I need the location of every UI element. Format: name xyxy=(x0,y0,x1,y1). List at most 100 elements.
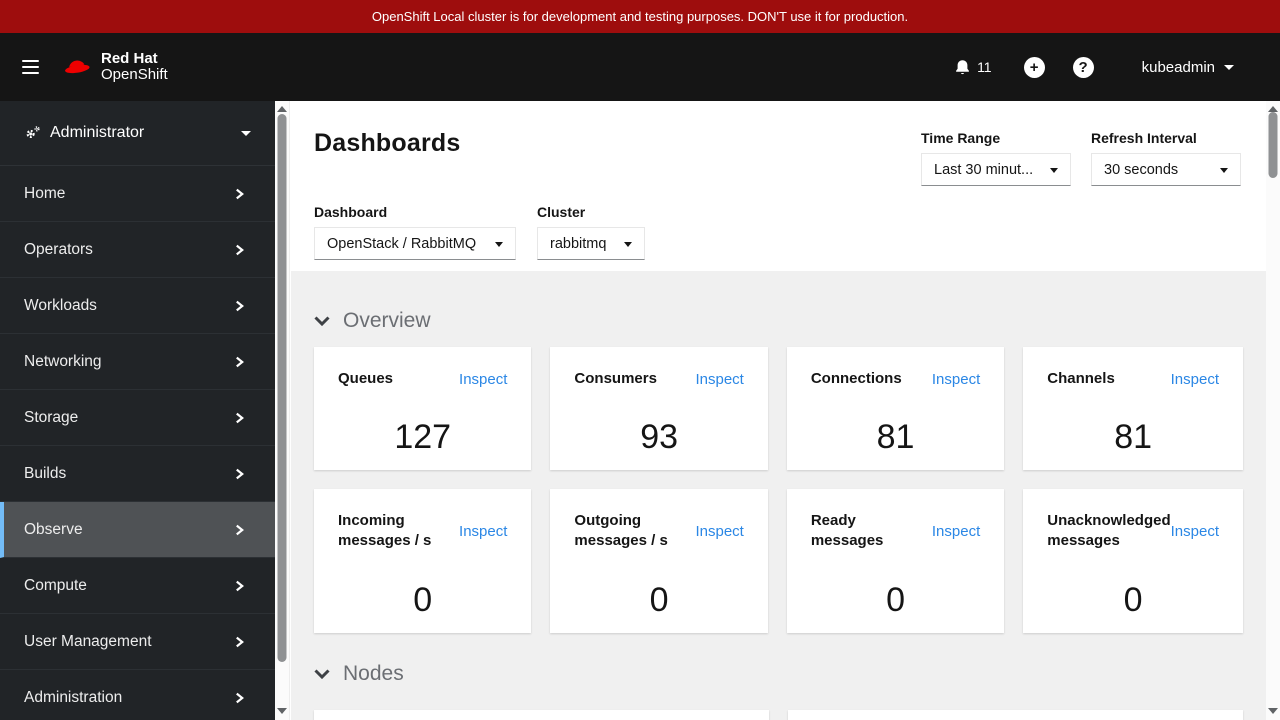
sidebar-nav: Administrator Home Operators Workloads N… xyxy=(0,101,275,720)
content-scrollbar-left[interactable] xyxy=(275,101,290,720)
panel-card-placeholder xyxy=(314,710,769,720)
cluster-select[interactable]: rabbitmq xyxy=(537,227,645,260)
brand-logo: Red Hat OpenShift xyxy=(61,51,168,83)
cogs-icon xyxy=(24,125,41,141)
sidebar-item-networking[interactable]: Networking xyxy=(0,334,275,390)
refresh-interval-label: Refresh Interval xyxy=(1091,130,1197,146)
sidebar-item-workloads[interactable]: Workloads xyxy=(0,278,275,334)
username: kubeadmin xyxy=(1141,58,1215,76)
nodes-cards xyxy=(314,710,1243,720)
stat-value: 0 xyxy=(1123,580,1143,619)
caret-down-icon xyxy=(241,130,251,136)
chevron-down-icon xyxy=(314,316,330,326)
panel-card-placeholder xyxy=(788,710,1243,720)
inspect-link[interactable]: Inspect xyxy=(695,371,743,388)
stat-value: 81 xyxy=(1114,417,1153,456)
chevron-right-icon xyxy=(234,636,245,648)
add-button[interactable]: + xyxy=(1023,56,1045,78)
section-overview-toggle[interactable]: Overview xyxy=(314,309,431,333)
section-nodes-toggle[interactable]: Nodes xyxy=(314,662,404,686)
brand-name: Red Hat xyxy=(101,50,158,67)
stat-card-consumers: Consumers Inspect 93 xyxy=(550,347,768,470)
section-title: Nodes xyxy=(343,662,404,685)
openshift-console: OpenShift Local cluster is for developme… xyxy=(0,0,1280,720)
chevron-right-icon xyxy=(234,412,245,424)
scroll-down-icon[interactable] xyxy=(1268,708,1278,714)
notification-count: 11 xyxy=(977,59,992,75)
chevron-right-icon xyxy=(234,244,245,256)
inspect-link[interactable]: Inspect xyxy=(695,523,743,540)
question-circle-icon: ? xyxy=(1078,58,1088,76)
caret-down-icon xyxy=(1050,167,1058,173)
stat-value: 127 xyxy=(394,417,452,456)
stat-card-incoming-messages: Incoming messages / s Inspect 0 xyxy=(314,489,532,633)
sidebar-item-compute[interactable]: Compute xyxy=(0,558,275,614)
menu-toggle-button[interactable] xyxy=(22,56,40,78)
chevron-down-icon xyxy=(314,669,330,679)
user-menu[interactable]: kubeadmin xyxy=(1142,59,1234,76)
bell-icon xyxy=(956,59,969,74)
sidebar-item-operators[interactable]: Operators xyxy=(0,222,275,278)
caret-down-icon xyxy=(1220,167,1228,173)
scrollbar-thumb[interactable] xyxy=(277,114,287,662)
window-scrollbar-right[interactable] xyxy=(1266,101,1280,720)
stat-card-ready-messages: Ready messages Inspect 0 xyxy=(786,489,1005,633)
chevron-right-icon xyxy=(234,300,245,312)
red-hat-fedora-icon xyxy=(65,60,90,74)
stat-value: 0 xyxy=(886,580,906,619)
inspect-link[interactable]: Inspect xyxy=(932,371,980,388)
chevron-right-icon xyxy=(234,524,245,536)
dashboard-select[interactable]: OpenStack / RabbitMQ xyxy=(314,227,516,260)
stat-card-unacknowledged-messages: Unacknowledged messages Inspect 0 xyxy=(1023,489,1243,633)
chevron-right-icon xyxy=(234,468,245,480)
scroll-up-icon[interactable] xyxy=(277,106,287,112)
refresh-interval-select[interactable]: 30 seconds xyxy=(1091,153,1241,186)
overview-cards: Queues Inspect 127 Consumers Inspect 93 … xyxy=(314,347,1243,633)
chevron-right-icon xyxy=(234,188,245,200)
dashboard-label: Dashboard xyxy=(314,204,388,220)
cluster-label: Cluster xyxy=(537,204,586,220)
dev-preview-banner: OpenShift Local cluster is for developme… xyxy=(0,0,1280,33)
plus-circle-icon: + xyxy=(1029,58,1039,76)
chevron-right-icon xyxy=(234,356,245,368)
stat-card-connections: Connections Inspect 81 xyxy=(786,347,1005,470)
scroll-down-icon[interactable] xyxy=(277,708,287,714)
stat-card-outgoing-messages: Outgoing messages / s Inspect 0 xyxy=(550,489,768,633)
sidebar-item-builds[interactable]: Builds xyxy=(0,446,275,502)
stat-value: 0 xyxy=(649,580,669,619)
stat-card-queues: Queues Inspect 127 xyxy=(314,347,532,470)
sidebar-item-storage[interactable]: Storage xyxy=(0,390,275,446)
dashboard-body: Overview Queues Inspect 127 Consumers In… xyxy=(291,271,1266,720)
sidebar-item-home[interactable]: Home xyxy=(0,166,275,222)
chevron-right-icon xyxy=(234,580,245,592)
time-range-select[interactable]: Last 30 minut... xyxy=(921,153,1071,186)
help-button[interactable]: ? xyxy=(1072,56,1094,78)
caret-down-icon xyxy=(1224,64,1234,70)
perspective-switcher[interactable]: Administrator xyxy=(0,101,275,166)
sidebar-item-administration[interactable]: Administration xyxy=(0,670,275,720)
page-title: Dashboards xyxy=(314,129,461,157)
sidebar-item-observe[interactable]: Observe xyxy=(0,502,275,558)
inspect-link[interactable]: Inspect xyxy=(459,523,507,540)
chevron-right-icon xyxy=(234,692,245,704)
inspect-link[interactable]: Inspect xyxy=(932,523,980,540)
sidebar-item-user-management[interactable]: User Management xyxy=(0,614,275,670)
section-title: Overview xyxy=(343,309,431,332)
masthead: Red Hat OpenShift 11 + ? kubeadmin xyxy=(0,33,1280,101)
time-range-label: Time Range xyxy=(921,130,1001,146)
stat-value: 81 xyxy=(876,417,915,456)
inspect-link[interactable]: Inspect xyxy=(1171,523,1219,540)
brand-product: OpenShift xyxy=(101,66,168,83)
stat-value: 0 xyxy=(413,580,433,619)
caret-down-icon xyxy=(495,241,503,247)
scrollbar-thumb[interactable] xyxy=(1268,112,1278,178)
perspective-label: Administrator xyxy=(50,124,145,141)
banner-text: OpenShift Local cluster is for developme… xyxy=(371,9,909,24)
stat-card-channels: Channels Inspect 81 xyxy=(1023,347,1243,470)
inspect-link[interactable]: Inspect xyxy=(1171,371,1219,388)
notifications-button[interactable]: 11 xyxy=(954,59,992,76)
stat-value: 93 xyxy=(640,417,679,456)
inspect-link[interactable]: Inspect xyxy=(459,371,507,388)
main-content: Dashboards Time Range Last 30 minut... R… xyxy=(291,101,1266,720)
caret-down-icon xyxy=(624,241,632,247)
